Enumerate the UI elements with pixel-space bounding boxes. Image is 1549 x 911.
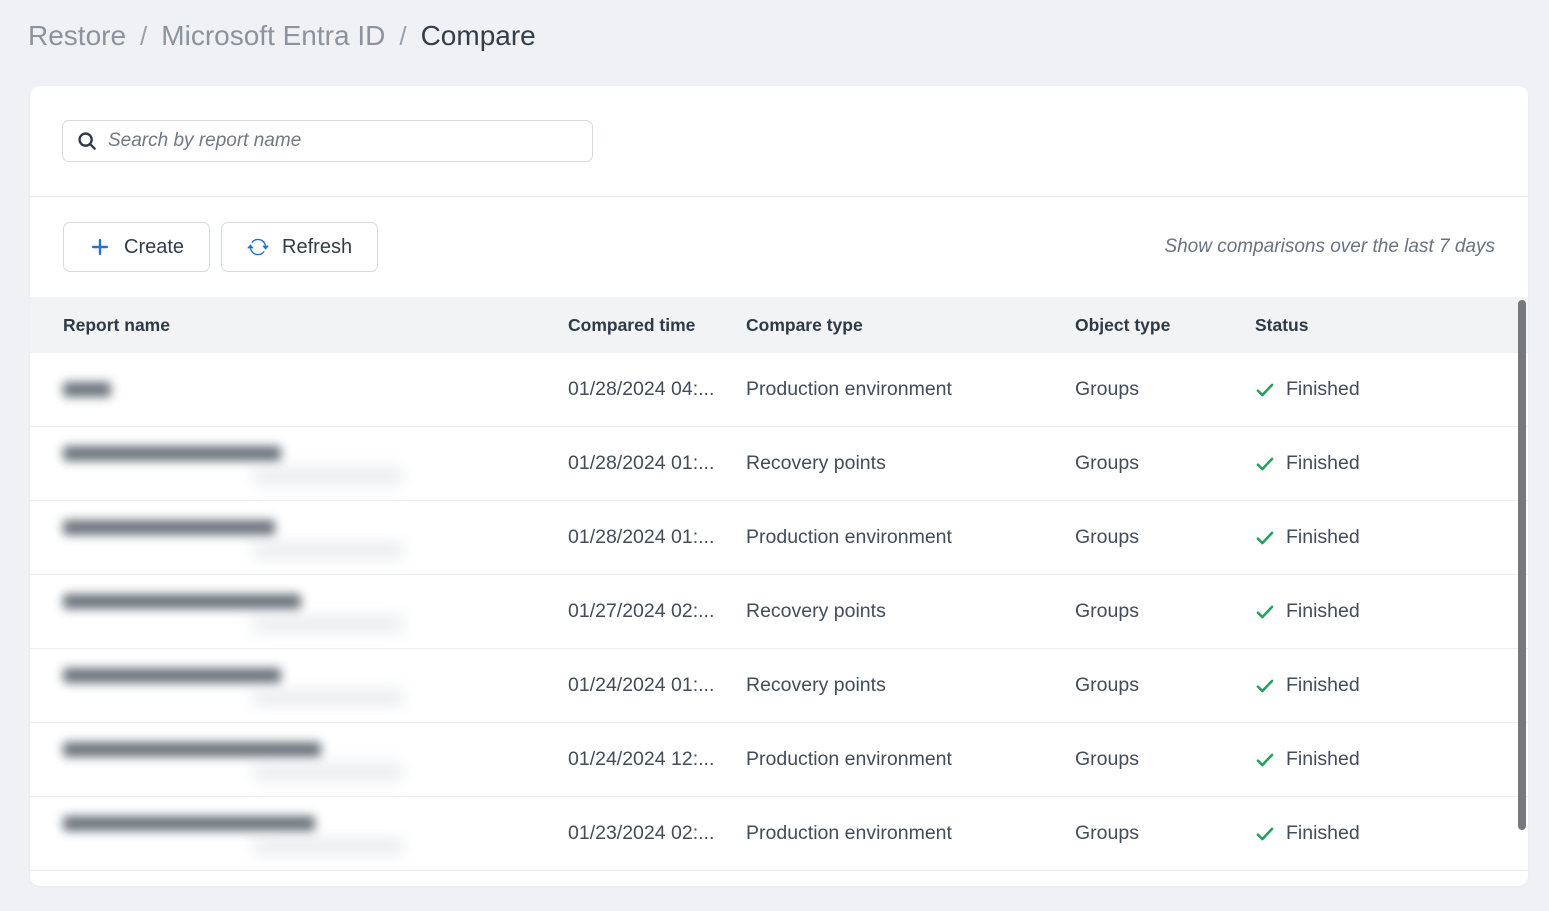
check-icon <box>1255 454 1275 474</box>
breadcrumb-separator: / <box>140 21 147 52</box>
toolbar: Create Refresh Show comparisons over the… <box>30 197 1528 297</box>
refresh-button-label: Refresh <box>282 236 352 259</box>
compared-time-cell: 01/28/2024 01:... <box>568 452 746 475</box>
redacted-report-name-smudge <box>253 692 403 704</box>
redacted-report-name <box>63 594 301 609</box>
status-cell: Finished <box>1255 526 1528 549</box>
table-row[interactable]: 01/28/2024 01:... Production environment… <box>30 501 1528 575</box>
redacted-report-name <box>63 446 281 461</box>
vertical-scrollbar-thumb[interactable] <box>1518 300 1526 830</box>
search-box[interactable] <box>62 120 593 162</box>
object-type-cell: Groups <box>1075 822 1255 845</box>
breadcrumb-entra-id[interactable]: Microsoft Entra ID <box>161 20 385 52</box>
object-type-cell: Groups <box>1075 674 1255 697</box>
status-label: Finished <box>1286 600 1360 623</box>
redacted-report-name <box>63 382 111 397</box>
object-type-cell: Groups <box>1075 748 1255 771</box>
header-report-name: Report name <box>30 315 568 336</box>
table-row[interactable]: 01/23/2024 02:... Production environment… <box>30 797 1528 871</box>
comparisons-table: Report name Compared time Compare type O… <box>30 297 1528 871</box>
status-cell: Finished <box>1255 600 1528 623</box>
redacted-report-name-smudge <box>253 840 403 852</box>
table-header-row: Report name Compared time Compare type O… <box>30 297 1528 353</box>
header-status: Status <box>1255 315 1528 336</box>
header-object-type: Object type <box>1075 315 1255 336</box>
report-name-cell <box>30 520 568 556</box>
report-name-cell <box>30 594 568 630</box>
redacted-report-name <box>63 742 321 757</box>
status-cell: Finished <box>1255 822 1528 845</box>
redacted-report-name-smudge <box>253 766 403 778</box>
table-body: 01/28/2024 04:... Production environment… <box>30 353 1528 871</box>
breadcrumb-compare-current: Compare <box>421 20 536 52</box>
compared-time-cell: 01/28/2024 04:... <box>568 378 746 401</box>
create-button-label: Create <box>124 236 184 259</box>
report-name-cell <box>30 742 568 778</box>
compare-type-cell: Production environment <box>746 748 1075 771</box>
check-icon <box>1255 676 1275 696</box>
compared-time-cell: 01/24/2024 01:... <box>568 674 746 697</box>
check-icon <box>1255 750 1275 770</box>
compared-time-cell: 01/24/2024 12:... <box>568 748 746 771</box>
filter-note: Show comparisons over the last 7 days <box>1164 236 1495 258</box>
status-label: Finished <box>1286 822 1360 845</box>
compare-type-cell: Recovery points <box>746 674 1075 697</box>
search-icon <box>76 130 98 152</box>
check-icon <box>1255 528 1275 548</box>
compared-time-cell: 01/28/2024 01:... <box>568 526 746 549</box>
search-section <box>30 86 1528 197</box>
object-type-cell: Groups <box>1075 526 1255 549</box>
compare-type-cell: Recovery points <box>746 600 1075 623</box>
compare-panel: Create Refresh Show comparisons over the… <box>30 86 1528 886</box>
redacted-report-name-smudge <box>253 544 403 556</box>
redacted-report-name-smudge <box>253 618 403 630</box>
status-label: Finished <box>1286 748 1360 771</box>
breadcrumb-restore[interactable]: Restore <box>28 20 126 52</box>
table-row[interactable]: 01/28/2024 04:... Production environment… <box>30 353 1528 427</box>
object-type-cell: Groups <box>1075 452 1255 475</box>
breadcrumb-separator: / <box>399 21 406 52</box>
report-name-cell <box>30 816 568 852</box>
create-button[interactable]: Create <box>63 222 210 272</box>
status-label: Finished <box>1286 674 1360 697</box>
status-cell: Finished <box>1255 748 1528 771</box>
search-input[interactable] <box>108 130 579 152</box>
table-row[interactable]: 01/28/2024 01:... Recovery points Groups… <box>30 427 1528 501</box>
object-type-cell: Groups <box>1075 600 1255 623</box>
table-row[interactable]: 01/24/2024 01:... Recovery points Groups… <box>30 649 1528 723</box>
status-cell: Finished <box>1255 378 1528 401</box>
object-type-cell: Groups <box>1075 378 1255 401</box>
status-cell: Finished <box>1255 452 1528 475</box>
table-row[interactable]: 01/27/2024 02:... Recovery points Groups… <box>30 575 1528 649</box>
redacted-report-name <box>63 816 315 831</box>
header-compared-time: Compared time <box>568 315 746 336</box>
status-label: Finished <box>1286 452 1360 475</box>
report-name-cell <box>30 382 568 397</box>
redacted-report-name-smudge <box>253 470 403 482</box>
plus-icon <box>89 236 111 258</box>
status-cell: Finished <box>1255 674 1528 697</box>
redacted-report-name <box>63 520 275 535</box>
report-name-cell <box>30 668 568 704</box>
compared-time-cell: 01/23/2024 02:... <box>568 822 746 845</box>
compare-type-cell: Production environment <box>746 378 1075 401</box>
compare-type-cell: Recovery points <box>746 452 1075 475</box>
header-compare-type: Compare type <box>746 315 1075 336</box>
redacted-report-name <box>63 668 281 683</box>
check-icon <box>1255 824 1275 844</box>
report-name-cell <box>30 446 568 482</box>
refresh-icon <box>247 236 269 258</box>
status-label: Finished <box>1286 526 1360 549</box>
check-icon <box>1255 380 1275 400</box>
compare-type-cell: Production environment <box>746 822 1075 845</box>
compare-page: { "breadcrumb": { "separator": "/", "ite… <box>0 0 1549 911</box>
refresh-button[interactable]: Refresh <box>221 222 378 272</box>
status-label: Finished <box>1286 378 1360 401</box>
table-row[interactable]: 01/24/2024 12:... Production environment… <box>30 723 1528 797</box>
breadcrumb: Restore / Microsoft Entra ID / Compare <box>28 20 536 52</box>
compare-type-cell: Production environment <box>746 526 1075 549</box>
check-icon <box>1255 602 1275 622</box>
compared-time-cell: 01/27/2024 02:... <box>568 600 746 623</box>
